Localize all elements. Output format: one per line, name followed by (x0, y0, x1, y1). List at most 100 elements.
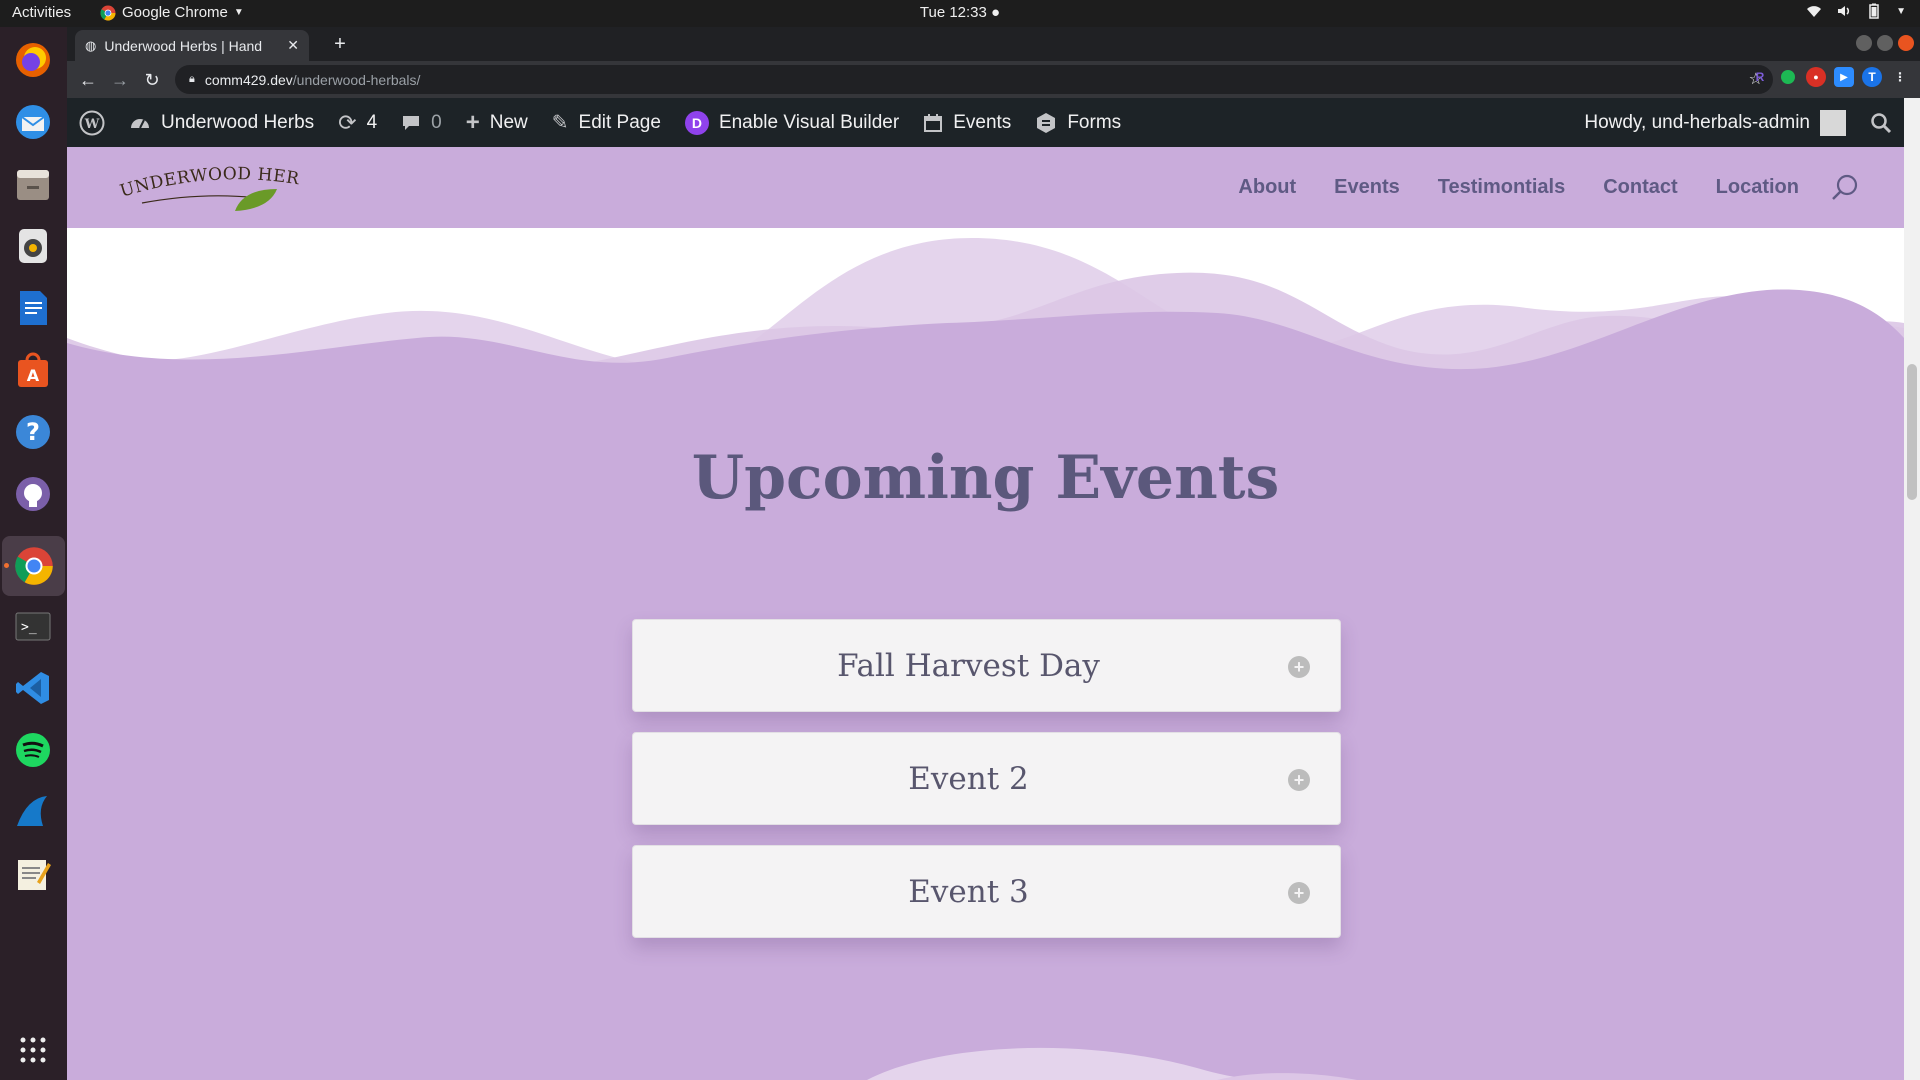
thunderbird-icon[interactable] (10, 99, 56, 145)
running-indicator (4, 563, 9, 568)
clock-label: Tue 12:33 (919, 4, 987, 21)
github-icon[interactable] (10, 471, 56, 517)
nav-contact[interactable]: Contact (1603, 176, 1677, 199)
nav-about[interactable]: About (1238, 176, 1296, 199)
dock: A ? >_ (0, 27, 67, 1080)
close-tab-icon[interactable]: ✕ (287, 37, 299, 54)
extension-adblock-icon[interactable]: ● (1806, 67, 1826, 87)
comment-icon (403, 115, 420, 130)
notification-dot-icon: ● (991, 4, 1001, 21)
accordion-item[interactable]: Fall Harvest Day + (632, 619, 1341, 712)
visual-builder-button[interactable]: D Enable Visual Builder (673, 98, 911, 147)
terminal-icon[interactable]: >_ (10, 603, 56, 649)
nav-events[interactable]: Events (1334, 176, 1400, 199)
profile-avatar[interactable]: T (1862, 67, 1882, 87)
edit-page-button[interactable]: ✎ Edit Page (540, 98, 673, 147)
site-name-menu[interactable]: Underwood Herbs (117, 98, 326, 147)
tab-title: Underwood Herbs | Hand (104, 37, 263, 54)
divi-icon: D (684, 110, 709, 135)
underwood-herbs-logo: UNDERWOOD HERBS (111, 150, 301, 211)
url-host: comm429.dev (204, 71, 293, 88)
visual-builder-label: Enable Visual Builder (718, 111, 900, 133)
svg-text:A: A (27, 366, 40, 385)
account-menu[interactable]: Howdy, und-herbals-admin (1572, 98, 1858, 147)
updates-button[interactable]: ⟳ 4 (326, 98, 389, 147)
url-path: /underwood-herbals/ (292, 71, 421, 88)
volume-icon (1838, 6, 1850, 16)
battery-icon (1869, 3, 1879, 19)
events-admin-button[interactable]: Events (911, 98, 1023, 147)
new-content-button[interactable]: + New (454, 98, 540, 147)
extension-r-icon[interactable]: R (1750, 67, 1770, 87)
plus-circle-icon[interactable]: + (1288, 882, 1310, 904)
howdy-label: Howdy, und-herbals-admin (1584, 111, 1810, 133)
plus-circle-icon[interactable]: + (1288, 769, 1310, 791)
new-tab-button[interactable]: + (329, 33, 351, 55)
accordion-item[interactable]: Event 3 + (632, 845, 1341, 938)
system-tray[interactable]: ▼ (1806, 3, 1906, 19)
browser-toolbar: ← → ↻ 🔒︎ comm429.dev/underwood-herbals/ … (67, 61, 1920, 98)
page-scrollbar[interactable] (1904, 98, 1920, 1080)
svg-text:W: W (84, 117, 100, 132)
plus-circle-icon[interactable]: + (1288, 656, 1310, 678)
back-button[interactable]: ← (75, 67, 101, 93)
updates-count: 4 (366, 111, 378, 133)
forward-button[interactable]: → (107, 67, 133, 93)
forms-admin-button[interactable]: Forms (1023, 98, 1133, 147)
firefox-icon[interactable] (10, 37, 56, 83)
calendar-icon (924, 113, 943, 132)
bottom-wave-divider (867, 1047, 1357, 1080)
wireshark-icon[interactable] (10, 789, 56, 835)
reload-button[interactable]: ↻ (139, 67, 165, 93)
software-center-icon[interactable]: A (10, 347, 56, 393)
chrome-dock-icon[interactable] (2, 536, 65, 596)
wave-divider (67, 228, 1904, 428)
section-heading: Upcoming Events (691, 443, 1280, 513)
scrollbar-thumb[interactable] (1907, 364, 1917, 500)
wordpress-menu[interactable]: W (67, 98, 117, 147)
lock-icon: 🔒︎ (189, 73, 195, 85)
wp-admin-bar: W Underwood Herbs ⟳ 4 0 + New ✎ Edit Pag… (67, 98, 1904, 147)
extension-green-icon[interactable] (1778, 67, 1798, 87)
maximize-button[interactable] (1877, 35, 1893, 51)
help-icon[interactable]: ? (10, 409, 56, 455)
app-grid-icon[interactable] (10, 1027, 56, 1073)
admin-search-button[interactable] (1858, 98, 1904, 147)
plus-icon: + (465, 108, 480, 136)
extensions-area: R ● ▶ T ⋮ (1750, 67, 1910, 87)
site-search-icon[interactable] (1830, 173, 1860, 203)
files-icon[interactable] (10, 161, 56, 207)
accordion-title: Fall Harvest Day (837, 647, 1100, 684)
accordion-title: Event 2 (908, 760, 1029, 797)
svg-text:?: ? (26, 418, 40, 446)
wordpress-icon: W (79, 110, 105, 135)
browser-tab[interactable]: ◍ Underwood Herbs | Hand ✕ (75, 30, 309, 61)
wifi-icon (1807, 6, 1822, 17)
accordion-item[interactable]: Event 2 + (632, 732, 1341, 825)
system-top-bar: Activities Google Chrome ▼ Tue 12:33 ● ▼ (0, 0, 1920, 27)
spotify-icon[interactable] (10, 727, 56, 773)
tab-strip: ◍ Underwood Herbs | Hand ✕ + (67, 27, 1920, 61)
menu-kebab-icon[interactable]: ⋮ (1890, 67, 1910, 87)
edit-page-label: Edit Page (578, 111, 661, 133)
search-icon (1871, 112, 1892, 133)
nav-testimonials[interactable]: Testimontials (1438, 176, 1565, 199)
main-nav: About Events Testimontials Contact Locat… (1238, 147, 1799, 228)
dashboard-icon (131, 118, 149, 128)
site-name: Underwood Herbs (161, 111, 315, 133)
vscode-icon[interactable] (10, 665, 56, 711)
text-editor-icon[interactable] (10, 851, 56, 897)
rhythmbox-icon[interactable] (10, 223, 56, 269)
minimize-button[interactable] (1856, 35, 1872, 51)
address-bar[interactable]: 🔒︎ comm429.dev/underwood-herbals/ ☆ (175, 65, 1773, 94)
forms-admin-label: Forms (1067, 111, 1122, 133)
site-header: UNDERWOOD HERBS About Events Testimontia… (67, 147, 1904, 228)
extension-zoom-icon[interactable]: ▶ (1834, 67, 1854, 87)
site-logo[interactable]: UNDERWOOD HERBS (111, 150, 307, 220)
writer-icon[interactable] (10, 285, 56, 331)
comments-button[interactable]: 0 (389, 98, 454, 147)
clock[interactable]: Tue 12:33 ● (0, 4, 1920, 21)
close-window-button[interactable] (1898, 35, 1914, 51)
refresh-icon: ⟳ (338, 109, 357, 135)
nav-location[interactable]: Location (1716, 176, 1799, 199)
